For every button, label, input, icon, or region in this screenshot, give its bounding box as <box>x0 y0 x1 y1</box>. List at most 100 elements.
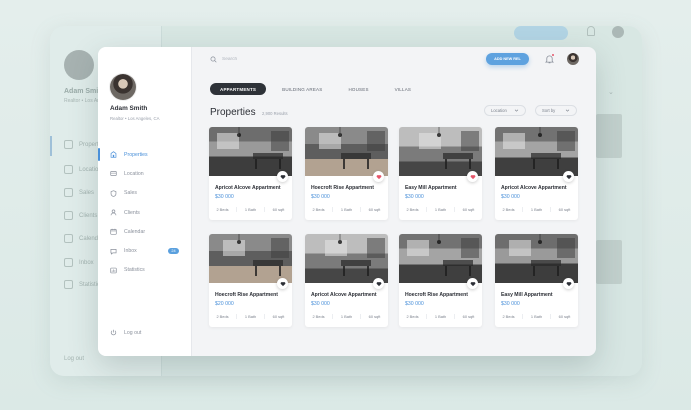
location-dropdown-label: Location <box>491 108 507 113</box>
background-nav-item: Inbox <box>64 258 94 267</box>
location-dropdown[interactable]: Location <box>484 105 526 116</box>
property-photo <box>495 127 578 176</box>
background-bell-icon <box>587 26 595 36</box>
sidebar-item-properties[interactable]: Properties <box>98 145 192 164</box>
property-card[interactable]: Easy Mill Appartment $30 000 2 Beds 1 Ba… <box>495 234 578 327</box>
profile-name: Adam Smith <box>110 105 148 112</box>
property-beds: 2 Beds <box>312 314 325 319</box>
sidebar: Adam Smith Realtor • Los Angeles, CA Pro… <box>98 47 192 356</box>
heart-icon <box>376 281 381 286</box>
favorite-button[interactable] <box>277 278 288 289</box>
property-title: Apricot Alcove Appartment <box>311 292 377 298</box>
property-card[interactable]: Apricot Alcove Appartment $30 000 2 Beds… <box>209 127 292 220</box>
heart-icon <box>566 281 571 286</box>
property-price: $30 000 <box>215 194 234 200</box>
background-avatar-small <box>612 26 624 38</box>
sidebar-item-label: Location <box>124 170 144 177</box>
favorite-button[interactable] <box>467 171 478 182</box>
page-title: Properties <box>210 107 256 118</box>
property-baths: 1 Bath <box>332 207 360 212</box>
property-beds: 2 Beds <box>312 207 325 212</box>
property-baths: 1 Bath <box>332 314 360 319</box>
property-photo <box>305 127 388 176</box>
sidebar-item-label: Calendar <box>124 228 146 235</box>
favorite-button[interactable] <box>277 171 288 182</box>
property-price: $30 000 <box>405 301 424 307</box>
property-specs: 2 Beds 1 Bath 60 sqft <box>399 207 482 212</box>
background-add-button <box>514 26 568 40</box>
background-nav-item: Clients <box>64 211 97 220</box>
tab-appartments[interactable]: APPARTMENTS <box>210 83 267 95</box>
heart-icon <box>470 174 475 179</box>
property-area: 60 sqft <box>454 207 482 212</box>
property-photo <box>305 234 388 283</box>
property-baths: 1 Bath <box>236 314 264 319</box>
heart-icon <box>376 174 381 179</box>
add-new-button[interactable]: ADD NEW REL <box>486 53 529 65</box>
property-card[interactable]: Apricot Alcove Appartment $30 000 2 Beds… <box>495 127 578 220</box>
property-area: 60 sqft <box>550 207 578 212</box>
property-baths: 1 Bath <box>426 207 454 212</box>
background-chevron-icon: ⌄ <box>608 89 614 96</box>
sidebar-item-label: Sales <box>124 190 137 197</box>
logout-button[interactable]: Log out <box>110 329 141 336</box>
search-input[interactable] <box>222 57 342 62</box>
sidebar-nav: Properties Location Sales Clients Calend… <box>98 145 192 280</box>
sidebar-item-label: Clients <box>124 209 140 216</box>
property-area: 60 sqft <box>360 314 388 319</box>
user-avatar[interactable] <box>567 53 579 65</box>
property-card[interactable]: Hoecroft Rise Appartment $30 000 2 Beds … <box>305 127 388 220</box>
background-nav-item: Sales <box>64 188 94 197</box>
property-price: $30 000 <box>405 194 424 200</box>
favorite-button[interactable] <box>373 278 384 289</box>
interior-image <box>503 127 575 169</box>
property-card[interactable]: Hoecroft Rise Appartment $20 000 2 Beds … <box>209 234 292 327</box>
building-icon <box>110 151 117 158</box>
inbox-count-badge: 24 <box>168 248 179 255</box>
property-price: $30 000 <box>311 301 330 307</box>
category-tabs: APPARTMENTS BUILDING AREAS HOUSES VILLAS <box>210 83 427 95</box>
profile-avatar[interactable] <box>110 74 136 100</box>
heart-icon <box>470 281 475 286</box>
calendar-icon <box>110 228 117 235</box>
property-card[interactable]: Hoecroft Rise Appartment $30 000 2 Beds … <box>399 234 482 327</box>
sidebar-item-statistics[interactable]: Statistics <box>98 261 192 280</box>
property-card[interactable]: Easy Mill Appartment $30 000 2 Beds 1 Ba… <box>399 127 482 220</box>
tab-houses[interactable]: HOUSES <box>338 83 378 95</box>
background-logout: Log out <box>64 356 85 362</box>
sidebar-item-location[interactable]: Location <box>98 164 192 183</box>
search-bar <box>210 56 342 63</box>
tab-villas[interactable]: VILLAS <box>385 83 421 95</box>
property-baths: 1 Bath <box>236 207 264 212</box>
logout-label: Log out <box>124 329 142 336</box>
chevron-down-icon <box>514 109 519 112</box>
property-specs: 2 Beds 1 Bath 60 sqft <box>399 314 482 319</box>
property-card[interactable]: Apricot Alcove Appartment $30 000 2 Beds… <box>305 234 388 327</box>
property-title: Hoecroft Rise Appartment <box>405 292 468 298</box>
property-photo <box>209 127 292 176</box>
property-beds: 2 Beds <box>502 207 515 212</box>
favorite-button[interactable] <box>563 278 574 289</box>
chart-icon <box>110 267 117 274</box>
sidebar-item-inbox[interactable]: Inbox 24 <box>98 241 192 260</box>
sidebar-item-label: Inbox <box>124 248 137 255</box>
heart-icon <box>280 281 285 286</box>
interior-image <box>319 127 385 169</box>
sidebar-item-sales[interactable]: Sales <box>98 184 192 203</box>
interior-image <box>407 234 479 276</box>
sidebar-item-clients[interactable]: Clients <box>98 203 192 222</box>
property-beds: 2 Beds <box>216 314 229 319</box>
favorite-button[interactable] <box>467 278 478 289</box>
property-specs: 2 Beds 1 Bath 60 sqft <box>209 207 292 212</box>
property-beds: 2 Beds <box>216 207 229 212</box>
sidebar-item-calendar[interactable]: Calendar <box>98 222 192 241</box>
property-price: $20 000 <box>215 301 234 307</box>
favorite-button[interactable] <box>563 171 574 182</box>
sort-dropdown[interactable]: Sort by <box>535 105 577 116</box>
property-beds: 2 Beds <box>406 207 419 212</box>
sort-dropdown-label: Sort by <box>542 108 556 113</box>
tab-building-areas[interactable]: BUILDING AREAS <box>272 83 332 95</box>
property-area: 60 sqft <box>454 314 482 319</box>
property-photo <box>399 127 482 176</box>
favorite-button[interactable] <box>373 171 384 182</box>
